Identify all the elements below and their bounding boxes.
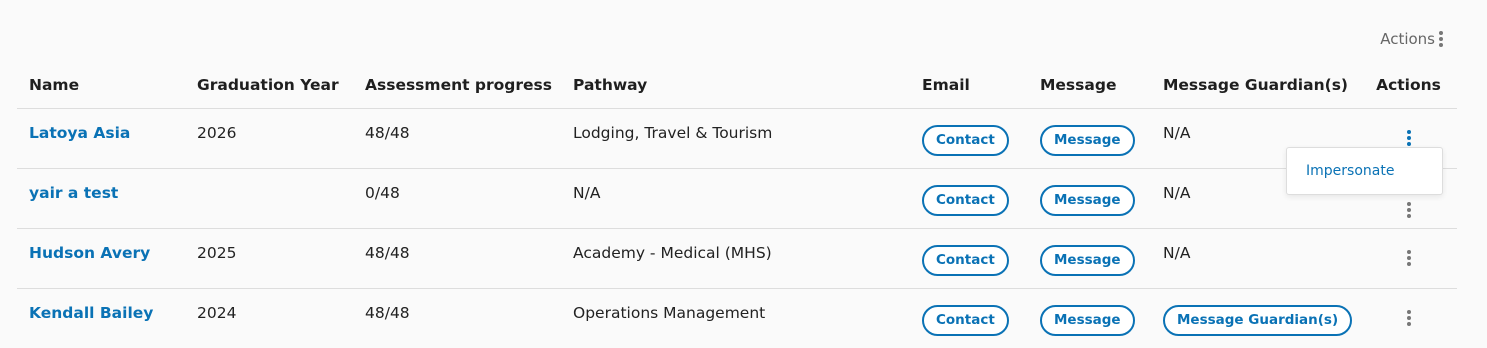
col-pathway[interactable]: Pathway: [561, 62, 910, 109]
kebab-vertical-icon[interactable]: [1407, 310, 1411, 326]
table-row: Hudson Avery 2025 48/48 Academy - Medica…: [17, 229, 1457, 289]
graduation-year-value: 2025: [197, 244, 236, 262]
message-button[interactable]: Message: [1040, 245, 1135, 276]
message-button[interactable]: Message: [1040, 305, 1135, 336]
table-row: Kendall Bailey 2024 48/48 Operations Man…: [17, 289, 1457, 348]
email-cell: Contact: [910, 289, 1028, 348]
message-button[interactable]: Message: [1040, 125, 1135, 156]
guardian-cell: Message Guardian(s): [1151, 289, 1360, 348]
student-name-link[interactable]: Latoya Asia: [17, 109, 185, 169]
assessment-progress: 48/48: [353, 289, 561, 348]
graduation-year: 2026: [185, 109, 353, 169]
assessment-progress: 0/48: [353, 169, 561, 229]
message-cell: Message: [1028, 169, 1151, 229]
message-button[interactable]: Message: [1040, 185, 1135, 216]
contact-button[interactable]: Contact: [922, 245, 1009, 276]
col-assessment-progress[interactable]: Assessment progress: [353, 62, 561, 109]
pathway: Lodging, Travel & Tourism: [561, 109, 910, 169]
col-email: Email: [910, 62, 1028, 109]
student-name[interactable]: yair a test: [29, 184, 118, 202]
top-actions-menu[interactable]: Actions: [1380, 30, 1443, 48]
students-table: Name Graduation Year Assessment progress…: [17, 62, 1457, 348]
student-name[interactable]: Latoya Asia: [29, 124, 130, 142]
assessment-progress-value: 48/48: [365, 244, 410, 262]
col-graduation-year[interactable]: Graduation Year: [185, 62, 353, 109]
assessment-progress-value: 48/48: [365, 124, 410, 142]
contact-button[interactable]: Contact: [922, 125, 1009, 156]
pathway-value: Lodging, Travel & Tourism: [573, 124, 772, 142]
pathway-value: N/A: [573, 184, 600, 202]
table-row: yair a test 0/48 N/A Contact Message N/A: [17, 169, 1457, 229]
header-row: Name Graduation Year Assessment progress…: [17, 62, 1457, 109]
guardian-cell: N/A: [1151, 229, 1360, 289]
top-actions-label: Actions: [1380, 30, 1435, 48]
contact-button[interactable]: Contact: [922, 185, 1009, 216]
kebab-vertical-icon[interactable]: [1407, 130, 1411, 146]
pathway-value: Operations Management: [573, 304, 765, 322]
guardian-value: N/A: [1163, 184, 1190, 202]
message-cell: Message: [1028, 289, 1151, 348]
assessment-progress-value: 48/48: [365, 304, 410, 322]
student-name[interactable]: Hudson Avery: [29, 244, 150, 262]
graduation-year: 2025: [185, 229, 353, 289]
assessment-progress-value: 0/48: [365, 184, 400, 202]
message-cell: Message: [1028, 109, 1151, 169]
guardian-value: N/A: [1163, 244, 1190, 262]
kebab-vertical-icon[interactable]: [1407, 202, 1411, 218]
impersonate-menu-item[interactable]: Impersonate: [1306, 163, 1394, 179]
email-cell: Contact: [910, 169, 1028, 229]
student-name-link[interactable]: yair a test: [17, 169, 185, 229]
message-cell: Message: [1028, 229, 1151, 289]
message-guardians-button[interactable]: Message Guardian(s): [1163, 305, 1352, 336]
graduation-year: [185, 169, 353, 229]
student-name-link[interactable]: Hudson Avery: [17, 229, 185, 289]
graduation-year: 2024: [185, 289, 353, 348]
student-name[interactable]: Kendall Bailey: [29, 304, 153, 322]
assessment-progress: 48/48: [353, 109, 561, 169]
col-message-guardians: Message Guardian(s): [1151, 62, 1360, 109]
pathway: Operations Management: [561, 289, 910, 348]
row-actions-cell: [1360, 289, 1457, 348]
col-message: Message: [1028, 62, 1151, 109]
row-actions-cell: [1360, 229, 1457, 289]
graduation-year-value: 2024: [197, 304, 236, 322]
email-cell: Contact: [910, 109, 1028, 169]
col-name[interactable]: Name: [17, 62, 185, 109]
email-cell: Contact: [910, 229, 1028, 289]
assessment-progress: 48/48: [353, 229, 561, 289]
pathway: N/A: [561, 169, 910, 229]
row-actions-dropdown: Impersonate: [1286, 147, 1443, 195]
kebab-vertical-icon: [1439, 31, 1443, 47]
pathway: Academy - Medical (MHS): [561, 229, 910, 289]
graduation-year-value: 2026: [197, 124, 236, 142]
col-actions: Actions: [1360, 62, 1457, 109]
contact-button[interactable]: Contact: [922, 305, 1009, 336]
guardian-value: N/A: [1163, 124, 1190, 142]
table-row: Latoya Asia 2026 48/48 Lodging, Travel &…: [17, 109, 1457, 169]
kebab-vertical-icon[interactable]: [1407, 250, 1411, 266]
pathway-value: Academy - Medical (MHS): [573, 244, 772, 262]
student-name-link[interactable]: Kendall Bailey: [17, 289, 185, 348]
